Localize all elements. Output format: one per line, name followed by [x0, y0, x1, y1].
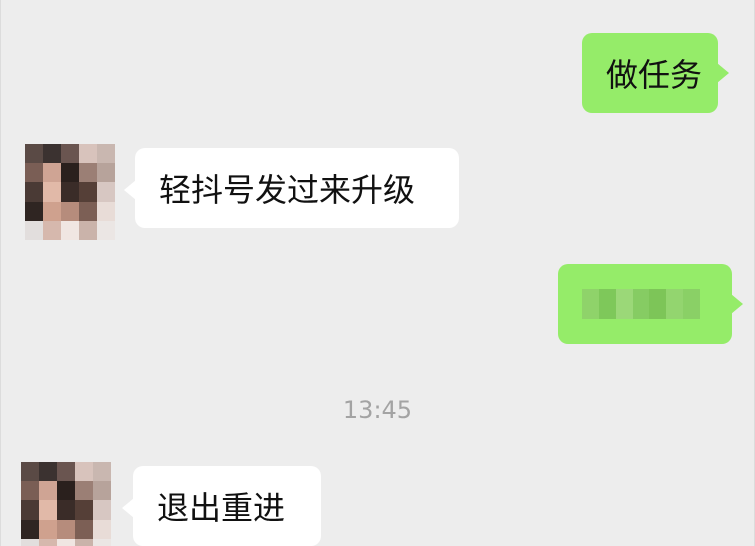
chat-view: 做任务 轻抖号发过来升级 13:45 退出重进: [0, 0, 755, 546]
message-timestamp: 13:45: [342, 396, 413, 424]
outgoing-message-bubble-redacted[interactable]: [558, 264, 732, 344]
contact-avatar[interactable]: [25, 144, 115, 240]
contact-avatar[interactable]: [21, 462, 111, 546]
bubble-tail: [731, 294, 743, 314]
message-text: 做任务: [606, 56, 703, 94]
message-text: 退出重进: [157, 489, 286, 527]
outgoing-message-bubble[interactable]: 做任务: [582, 33, 718, 113]
bubble-tail: [717, 63, 729, 83]
redacted-content: [582, 289, 701, 319]
incoming-message-bubble[interactable]: 轻抖号发过来升级: [135, 148, 459, 228]
incoming-message-bubble[interactable]: 退出重进: [133, 466, 321, 546]
message-text: 轻抖号发过来升级: [159, 171, 416, 209]
